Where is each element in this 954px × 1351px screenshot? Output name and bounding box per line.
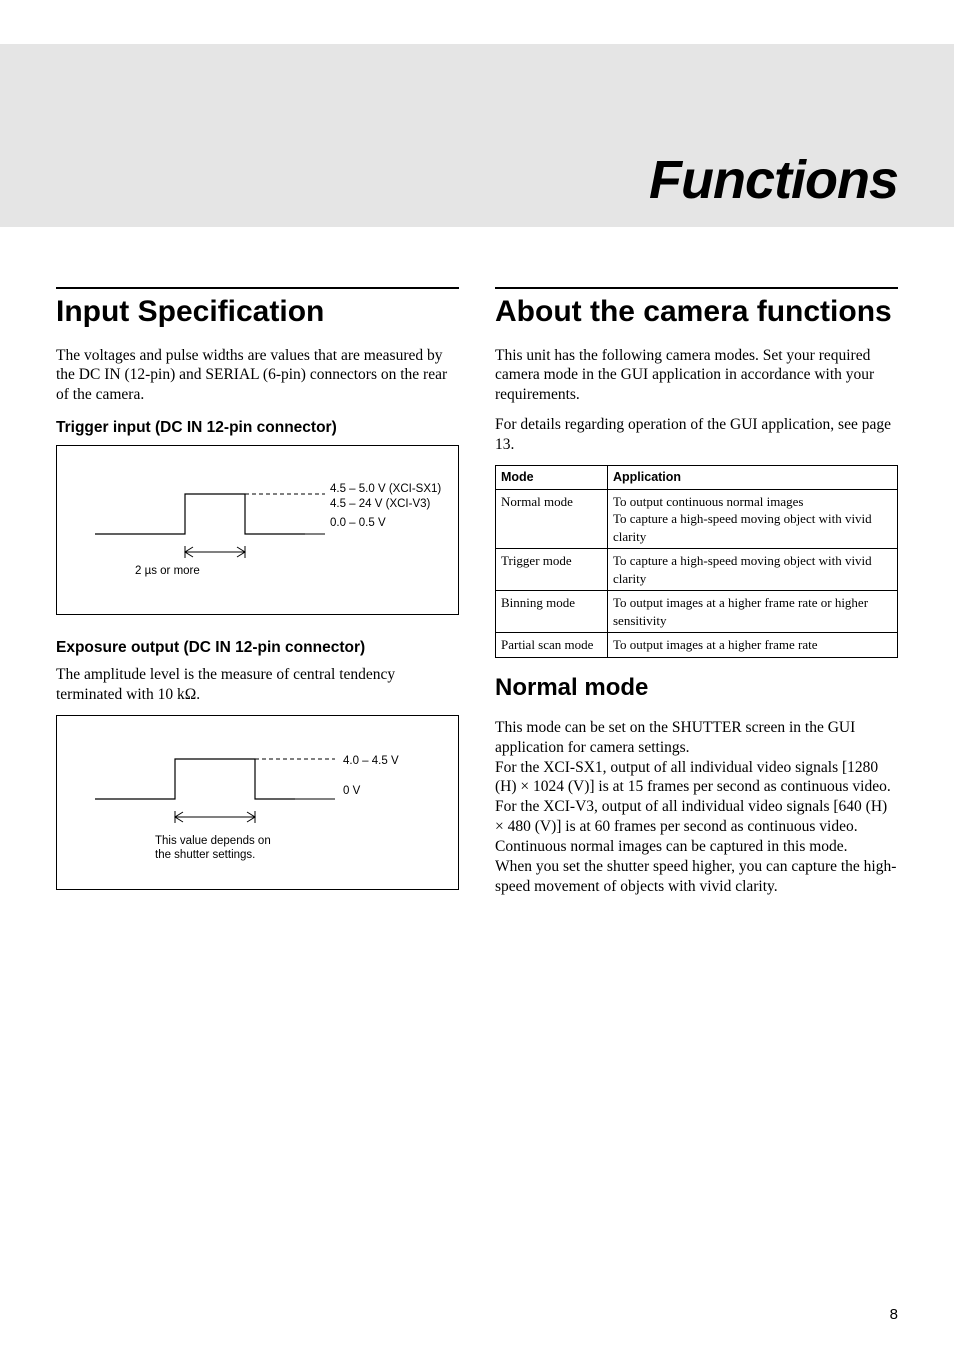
- table-row: Partial scan mode To output images at a …: [496, 633, 898, 658]
- exposure-heading: Exposure output (DC IN 12-pin connector): [56, 639, 459, 657]
- cell-mode: Normal mode: [496, 489, 608, 549]
- svg-text:0.0 – 0.5 V: 0.0 – 0.5 V: [330, 517, 386, 529]
- svg-text:4.0 – 4.5 V: 4.0 – 4.5 V: [343, 755, 399, 767]
- normal-p2: For the XCI-SX1, output of all individua…: [495, 758, 898, 798]
- normal-p5: When you set the shutter speed higher, y…: [495, 857, 898, 897]
- normal-p1: This mode can be set on the SHUTTER scre…: [495, 718, 898, 758]
- section-rule: [495, 287, 898, 289]
- cell-mode: Trigger mode: [496, 549, 608, 591]
- chapter-title: Functions: [649, 149, 898, 211]
- normal-mode-heading: Normal mode: [495, 674, 898, 702]
- trigger-diagram: 4.5 – 5.0 V (XCI-SX1) 4.5 – 24 V (XCI-V3…: [56, 445, 459, 615]
- section-heading-input-spec: Input Specification: [56, 295, 459, 330]
- left-column: Input Specification The voltages and pul…: [56, 287, 459, 914]
- right-column: About the camera functions This unit has…: [495, 287, 898, 914]
- camera-func-p1: This unit has the following camera modes…: [495, 346, 898, 405]
- content-columns: Input Specification The voltages and pul…: [56, 287, 898, 914]
- chapter-header: Functions: [0, 44, 954, 227]
- cell-app: To output images at a higher frame rate …: [608, 591, 898, 633]
- cell-app: To output continuous normal images To ca…: [608, 489, 898, 549]
- cell-app: To output images at a higher frame rate: [608, 633, 898, 658]
- trigger-waveform-icon: 4.5 – 5.0 V (XCI-SX1) 4.5 – 24 V (XCI-V3…: [75, 474, 445, 594]
- svg-text:the shutter settings.: the shutter settings.: [155, 849, 255, 861]
- normal-p4: Continuous normal images can be captured…: [495, 837, 898, 857]
- intro-paragraph: The voltages and pulse widths are values…: [56, 346, 459, 405]
- table-header-row: Mode Application: [496, 465, 898, 489]
- normal-p3: For the XCI-V3, output of all individual…: [495, 797, 898, 837]
- svg-text:4.5 – 5.0 V (XCI-SX1): 4.5 – 5.0 V (XCI-SX1): [330, 483, 441, 495]
- section-rule: [56, 287, 459, 289]
- svg-text:This value depends on: This value depends on: [155, 835, 271, 847]
- exposure-desc: The amplitude level is the measure of ce…: [56, 665, 459, 705]
- camera-func-p2: For details regarding operation of the G…: [495, 415, 898, 455]
- th-application: Application: [608, 465, 898, 489]
- svg-text:0 V: 0 V: [343, 785, 361, 797]
- cell-app: To capture a high-speed moving object wi…: [608, 549, 898, 591]
- table-row: Trigger mode To capture a high-speed mov…: [496, 549, 898, 591]
- cell-mode: Partial scan mode: [496, 633, 608, 658]
- page-number: 8: [890, 1306, 898, 1323]
- section-heading-camera-functions: About the camera functions: [495, 295, 898, 330]
- svg-text:4.5 – 24 V (XCI-V3): 4.5 – 24 V (XCI-V3): [330, 498, 431, 510]
- exposure-waveform-icon: 4.0 – 4.5 V 0 V This value depends on th…: [75, 744, 445, 874]
- cell-mode: Binning mode: [496, 591, 608, 633]
- modes-table: Mode Application Normal mode To output c…: [495, 465, 898, 658]
- trigger-heading: Trigger input (DC IN 12-pin connector): [56, 419, 459, 437]
- exposure-diagram: 4.0 – 4.5 V 0 V This value depends on th…: [56, 715, 459, 890]
- th-mode: Mode: [496, 465, 608, 489]
- table-row: Normal mode To output continuous normal …: [496, 489, 898, 549]
- svg-text:2 µs or more: 2 µs or more: [135, 565, 200, 577]
- table-row: Binning mode To output images at a highe…: [496, 591, 898, 633]
